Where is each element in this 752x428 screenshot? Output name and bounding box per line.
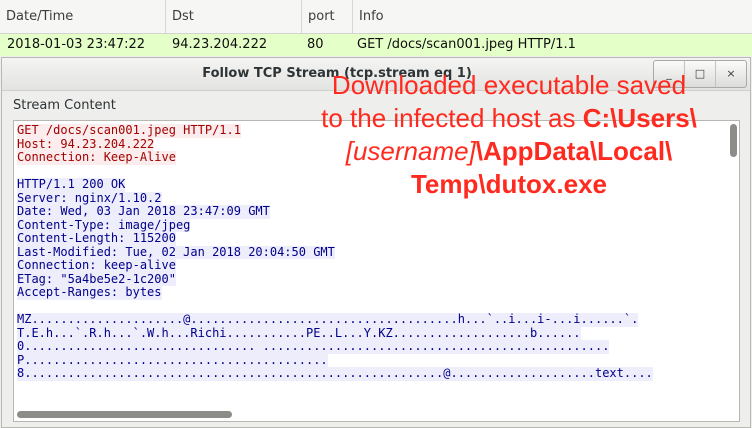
binary-data-line: MZ.....................@................…	[17, 313, 639, 327]
annotation-username-placeholder: [username]	[345, 136, 476, 166]
packet-datetime: 2018-01-03 23:47:22	[7, 37, 146, 52]
annotation-callout: Downloaded executable saved to the infec…	[289, 69, 729, 201]
client-header-line: Connection: Keep-Alive	[17, 151, 176, 165]
packet-dst: 94.23.204.222	[172, 37, 268, 52]
annotation-line-2: to the infected host as C:\Users\	[289, 102, 729, 135]
column-header-port[interactable]: port	[302, 0, 353, 33]
server-header-line: Content-Length: 115200	[17, 232, 176, 246]
packet-list: Date/Time Dst port Info 2018-01-03 23:47…	[0, 0, 752, 56]
horizontal-scrollbar[interactable]	[17, 411, 232, 418]
packet-port: 80	[307, 37, 324, 52]
server-status-line: HTTP/1.1 200 OK	[17, 178, 126, 192]
packet-info: GET /docs/scan001.jpeg HTTP/1.1	[357, 37, 576, 52]
annotation-path-part-3: Temp\dutox.exe	[410, 169, 607, 199]
packet-list-header: Date/Time Dst port Info	[0, 0, 752, 34]
binary-data-line: 0................................ ......…	[17, 340, 610, 354]
client-header-line: Host: 94.23.204.222	[17, 137, 155, 151]
vertical-scrollbar[interactable]	[730, 124, 737, 157]
packet-row[interactable]: 2018-01-03 23:47:22 94.23.204.222 80 GET…	[0, 34, 752, 56]
annotation-line-3: [username]\AppData\Local\	[289, 135, 729, 168]
server-header-line: Connection: keep-alive	[17, 259, 176, 273]
binary-data-line: P.......................................…	[17, 353, 328, 367]
binary-data-line: 8.......................................…	[17, 367, 653, 381]
annotation-path-part-1: C:\Users\	[582, 103, 697, 133]
column-header-datetime[interactable]: Date/Time	[0, 0, 166, 33]
annotation-line-2-text: to the infected host as	[321, 103, 583, 133]
annotation-path-part-2: \AppData\Local\	[475, 136, 673, 166]
column-header-info[interactable]: Info	[353, 0, 752, 33]
column-header-dst[interactable]: Dst	[166, 0, 302, 33]
server-header-line: Last-Modified: Tue, 02 Jan 2018 20:04:50…	[17, 245, 335, 259]
annotation-line-4: Temp\dutox.exe	[289, 168, 729, 201]
stream-content-label: Stream Content	[13, 98, 116, 113]
client-request-line: GET /docs/scan001.jpeg HTTP/1.1	[17, 124, 241, 138]
server-header-line: ETag: "5a4be5e2-1c200"	[17, 272, 176, 286]
binary-data-line: T.E.h...`.R.h...`.W.h...Richi...........…	[17, 326, 581, 340]
server-header-line: Date: Wed, 03 Jan 2018 23:47:09 GMT	[17, 205, 270, 219]
server-header-line: Server: nginx/1.10.2	[17, 191, 162, 205]
server-header-line: Accept-Ranges: bytes	[17, 286, 162, 300]
annotation-line-1: Downloaded executable saved	[331, 70, 687, 100]
server-header-line: Content-Type: image/jpeg	[17, 218, 191, 232]
